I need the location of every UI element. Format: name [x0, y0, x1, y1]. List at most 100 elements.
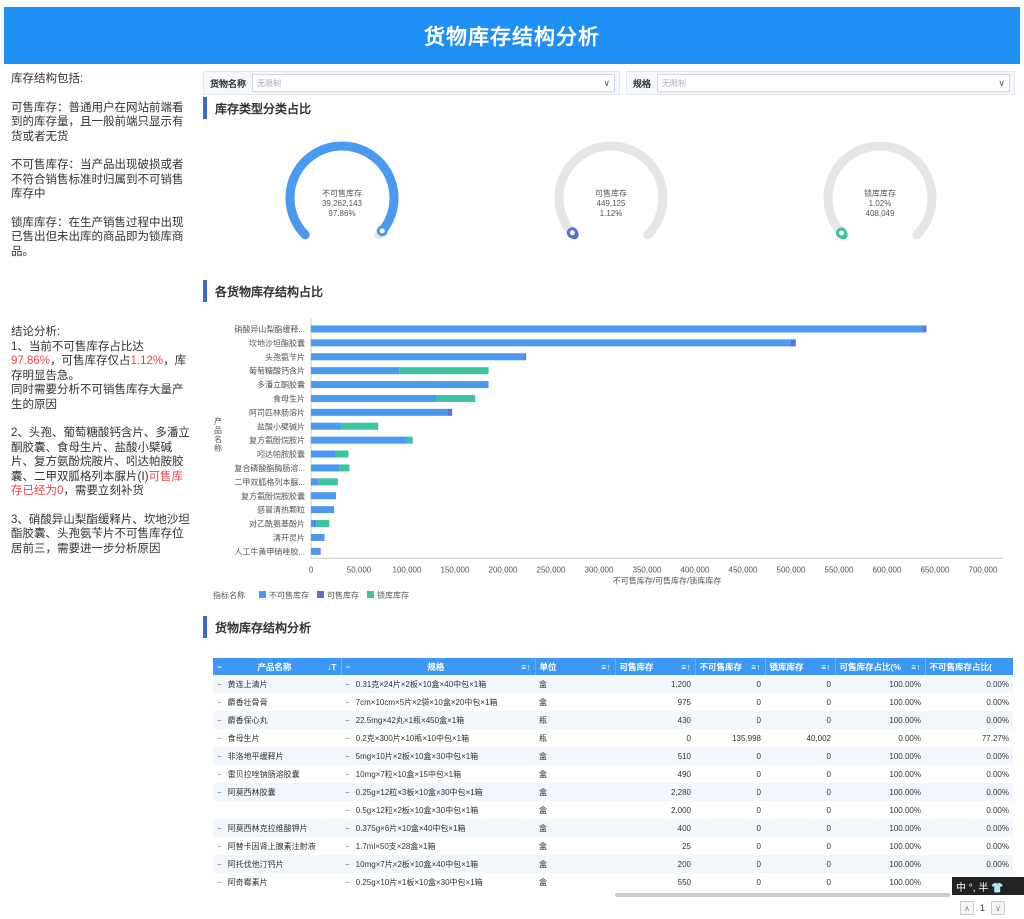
cell: 盒: [535, 819, 615, 837]
table-row[interactable]: − 非洛地平缓释片 −5mg×10片×2板×10盒×30中包×1箱盒 510 0 0 100…: [213, 747, 1013, 765]
cell-text: 10mg×7粒×10盒×15中包×1箱: [355, 769, 462, 779]
cell-text: 100.00%: [889, 679, 921, 689]
para-available: 可售库存：普通用户在网站前端看到的库存量，且一般前端只显示有货或者无货: [11, 101, 184, 143]
cell: 40,002: [765, 729, 835, 747]
sort-icon[interactable]: ≡↑: [821, 662, 830, 672]
collapse-icon[interactable]: −: [345, 824, 350, 833]
collapse-icon[interactable]: −: [346, 662, 351, 672]
table-row[interactable]: − 阿莫西林胶囊 −0.25g×12粒×3板×10盒×30中包×1箱盒 2,280 0 0…: [213, 783, 1013, 801]
bar-segment: [311, 408, 448, 416]
column-header[interactable]: 可售库存 ≡↑: [615, 658, 696, 675]
sort-icon[interactable]: ≡↑: [521, 662, 530, 672]
collapse-icon[interactable]: −: [217, 716, 222, 725]
collapse-icon[interactable]: −: [345, 842, 350, 851]
collapse-icon[interactable]: −: [345, 806, 350, 815]
collapse-icon[interactable]: −: [345, 716, 350, 725]
cell-text: 0.25g×12粒×3板×10盒×30中包×1箱: [355, 787, 483, 797]
cell: 100.00%: [835, 855, 925, 873]
collapse-icon[interactable]: −: [345, 878, 350, 887]
x-tick-label: 700,000: [969, 565, 998, 574]
bar-segment: [319, 547, 321, 555]
sort-icon[interactable]: ≡↑: [911, 662, 920, 672]
column-header[interactable]: 不可售库存 ≡↑: [695, 658, 766, 675]
spec-select[interactable]: 无限制 ∨: [657, 74, 1010, 92]
cell-text: 0: [826, 859, 831, 869]
table-row[interactable]: − 麝香保心丸 −22.5mg×42丸×1瓶×450盒×1箱瓶 430 0 0 100.00…: [213, 711, 1013, 729]
collapse-icon[interactable]: −: [217, 824, 222, 833]
collapse-icon[interactable]: −: [217, 770, 222, 779]
category-label: 硝酸异山梨酯缓释...: [234, 324, 305, 334]
collapse-icon[interactable]: −: [345, 734, 350, 743]
sort-icon[interactable]: ↓T: [327, 662, 336, 672]
collapse-icon[interactable]: −: [217, 878, 222, 887]
ime-indicator[interactable]: 中 °, 半 👕: [952, 877, 1024, 895]
category-label: 盐酸小檗碱片: [257, 421, 305, 431]
cell: 2,000: [615, 801, 695, 819]
cell-text: 麝香壮骨膏: [227, 697, 268, 707]
table-row[interactable]: − 阿替卡因肾上腺素注射液 −1.7ml×50支×28盒×1箱盒 25 0 0 100.00…: [213, 837, 1013, 855]
collapse-icon[interactable]: −: [217, 734, 222, 743]
table-row[interactable]: − 阿托伐他汀钙片 −10mg×7片×2板×10盒×40中包×1箱盒 200 0 0 100…: [213, 855, 1013, 873]
goods-select[interactable]: 无限制 ∨: [252, 74, 615, 92]
column-header[interactable]: 可售库存占比(% ≡↑: [835, 658, 926, 675]
x-tick-label: 100,000: [393, 565, 422, 574]
column-header[interactable]: 单位 ≡↑: [535, 658, 616, 675]
cell-text: 100.00%: [889, 859, 921, 869]
collapse-icon[interactable]: −: [217, 680, 222, 689]
collapse-icon[interactable]: −: [345, 770, 350, 779]
table-row[interactable]: − 阿奇霉素片 −0.25g×10片×1板×10盒×30中包×1箱盒 550 0 0 100…: [213, 873, 1013, 891]
table-row[interactable]: − 雷贝拉唑钠肠溶胶囊 −10mg×7粒×10盒×15中包×1箱盒 490 0 0 100.…: [213, 765, 1013, 783]
cell: 100.00%: [835, 675, 925, 693]
sort-icon[interactable]: ≡↑: [751, 662, 760, 672]
cell: 0: [765, 747, 835, 765]
cell-text: 2,000: [670, 805, 691, 815]
collapse-icon[interactable]: −: [217, 860, 222, 869]
y-axis-label: 称: [214, 443, 222, 453]
cell-text: 盒: [539, 877, 547, 887]
table-row[interactable]: −0.5g×12粒×2板×10盒×30中包×1箱盒 2,000 0 0 100.00% 0…: [213, 801, 1013, 819]
sort-icon[interactable]: ≡↑: [601, 662, 610, 672]
collapse-icon[interactable]: −: [345, 788, 350, 797]
collapse-icon[interactable]: −: [217, 752, 222, 761]
collapse-icon[interactable]: −: [345, 698, 350, 707]
category-label: 复方氨酚烷胺片: [249, 435, 305, 445]
bar-segment: [311, 450, 335, 458]
cell: 135,998: [695, 729, 765, 747]
horizontal-scrollbar[interactable]: [615, 893, 950, 897]
cell: 100.00%: [835, 819, 925, 837]
cell: − 阿奇霉素片: [213, 873, 341, 891]
sort-icon[interactable]: ≡↑: [681, 662, 690, 672]
cell: 0: [695, 801, 765, 819]
column-header[interactable]: 锁库库存 ≡↑: [765, 658, 836, 675]
section-title: 库存类型分类占比: [215, 101, 312, 116]
cell: 0: [695, 765, 765, 783]
gauge-label: 可售库存: [595, 189, 627, 198]
column-header[interactable]: − 规格 ≡↑: [341, 658, 536, 675]
collapse-icon[interactable]: −: [345, 752, 350, 761]
collapse-icon[interactable]: −: [217, 788, 222, 797]
collapse-icon[interactable]: −: [345, 860, 350, 869]
column-header[interactable]: − 产品名称 ↓T: [213, 658, 342, 675]
column-header[interactable]: 不可售库存占比(: [925, 658, 1013, 675]
x-tick-label: 650,000: [921, 565, 950, 574]
page-up-button[interactable]: ∧: [960, 901, 974, 915]
category-label: 二甲双胍格列本脲...: [234, 477, 305, 487]
section-type-ratio: 库存类型分类占比: [203, 97, 311, 119]
x-axis-label: 不可售库存/可售库存/锁库库存: [613, 575, 721, 585]
collapse-icon[interactable]: −: [217, 842, 222, 851]
category-label: 人工牛黄甲硝唑胶...: [234, 546, 305, 556]
collapse-icon[interactable]: −: [217, 662, 222, 672]
table-row[interactable]: − 阿莫西林克拉维酸钾片 −0.375g×6片×10盒×40中包×1箱盒 400 0 0 1…: [213, 819, 1013, 837]
table-row[interactable]: − 食母生片 −0.2克×300片×10瓶×10中包×1箱瓶 0 135,998 40,0…: [213, 729, 1013, 747]
cell: 0: [695, 693, 765, 711]
cell-text: 0.2克×300片×10瓶×10中包×1箱: [355, 733, 470, 743]
collapse-icon[interactable]: −: [217, 698, 222, 707]
table-row[interactable]: − 黄连上清片 −0.31克×24片×2板×10盒×40中包×1箱盒 1,200 0 0 1…: [213, 675, 1013, 693]
cell-text: 2,280: [670, 787, 691, 797]
spec-filter: 规格 无限制 ∨: [626, 71, 1015, 95]
collapse-icon[interactable]: −: [345, 680, 350, 689]
page-down-button[interactable]: ∨: [991, 901, 1006, 915]
cell-text: 0: [686, 733, 691, 743]
table-row[interactable]: − 麝香壮骨膏 −7cm×10cm×5片×2袋×10盒×20中包×1箱盒 975 0 0 1…: [213, 693, 1013, 711]
cell: 0: [765, 855, 835, 873]
